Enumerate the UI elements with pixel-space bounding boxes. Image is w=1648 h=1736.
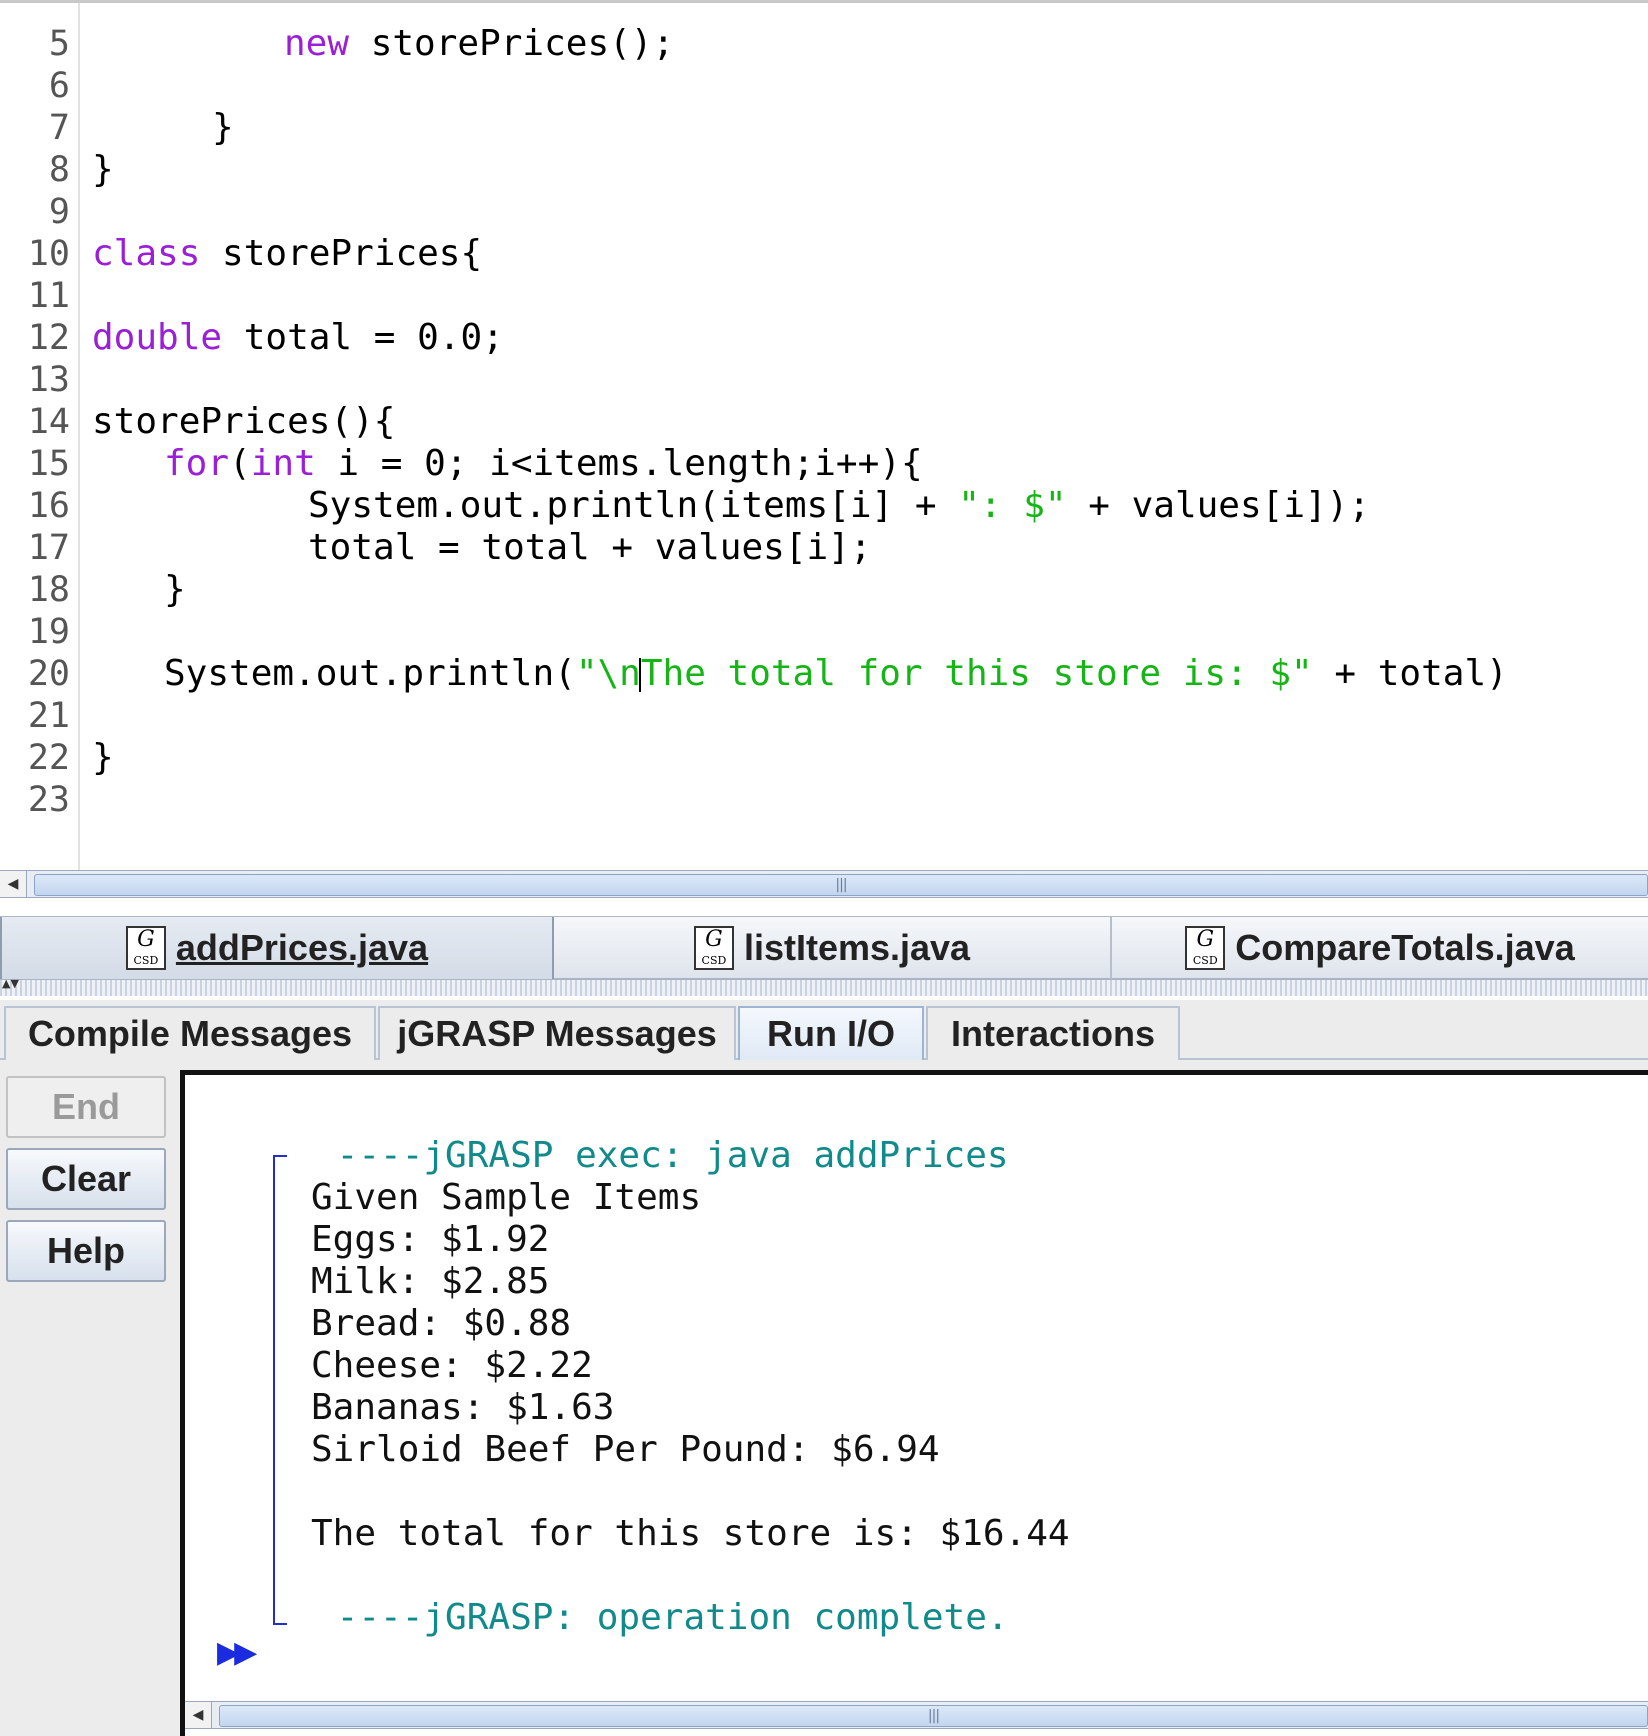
scroll-left-arrow-icon[interactable]: ◀ xyxy=(0,871,27,897)
gcsd-file-icon: G CSD xyxy=(125,926,166,970)
code-line: System.out.println("\nThe total for this… xyxy=(164,653,1508,695)
keyword: int xyxy=(250,443,316,484)
gcsd-file-icon: G CSD xyxy=(693,926,734,970)
code-text: + values[i]); xyxy=(1066,485,1371,526)
line-number: 16 xyxy=(27,486,70,526)
output-line: Bananas: $1.63 xyxy=(311,1387,615,1428)
output-line: Given Sample Items xyxy=(311,1177,702,1218)
grip-icon: ||| xyxy=(927,1708,940,1724)
line-number-gutter: 5 6 7 8 9 10 11 12 13 14 15 16 17 18 19 … xyxy=(0,3,80,873)
code-text: storePrices(); xyxy=(349,23,675,64)
line-number: 5 xyxy=(48,24,70,64)
code-line: } xyxy=(212,107,234,148)
scroll-left-arrow-icon[interactable]: ◀ xyxy=(185,1702,212,1728)
code-line: total = total + values[i]; xyxy=(308,527,872,568)
run-io-panel: End Clear Help ----jGRASP exec: java add… xyxy=(0,1060,1648,1736)
line-number: 10 xyxy=(27,234,70,274)
line-number: 19 xyxy=(27,612,70,652)
message-tab-bar: Compile Messages jGRASP Messages Run I/O… xyxy=(0,1000,1648,1060)
string-literal: ": $" xyxy=(958,485,1067,526)
run-io-console[interactable]: ----jGRASP exec: java addPrices Given Sa… xyxy=(180,1070,1648,1736)
line-number: 20 xyxy=(27,654,70,694)
file-tab-label: listItems.java xyxy=(743,927,971,968)
line-number: 11 xyxy=(27,276,70,316)
file-tab-bar: G CSD addPrices.java G CSD listItems.java … xyxy=(0,916,1648,980)
output-line: The total for this store is: $16.44 xyxy=(311,1513,1070,1554)
tab-interactions[interactable]: Interactions xyxy=(926,1006,1180,1060)
collapse-arrows-icon[interactable]: ▲▼ xyxy=(2,978,19,989)
tab-jgrasp-messages[interactable]: jGRASP Messages xyxy=(378,1006,736,1060)
tab-run-io[interactable]: Run I/O xyxy=(738,1006,924,1060)
line-number: 13 xyxy=(27,360,70,400)
code-line: System.out.println(items[i] + ": $" + va… xyxy=(308,485,1370,527)
string-literal: The total for this store is: $" xyxy=(640,653,1313,694)
line-number: 14 xyxy=(27,402,70,442)
code-line: new storePrices(); xyxy=(284,23,674,65)
exec-message: ----jGRASP exec: java addPrices xyxy=(315,1135,1009,1176)
code-line: for(int i = 0; i<items.length;i++){ xyxy=(164,443,923,485)
gcsd-file-icon: G CSD xyxy=(1185,926,1226,970)
file-tab-listitems[interactable]: G CSD listItems.java xyxy=(554,917,1112,979)
help-button[interactable]: Help xyxy=(6,1220,166,1282)
run-output-bracket xyxy=(273,1155,287,1625)
line-number: 7 xyxy=(48,108,70,148)
end-button[interactable]: End xyxy=(6,1076,166,1138)
code-text: storePrices{ xyxy=(200,233,483,274)
output-line: Sirloid Beef Per Pound: $6.94 xyxy=(311,1429,940,1470)
console-horizontal-scrollbar[interactable]: ◀ ||| xyxy=(185,1701,1648,1729)
code-text: System.out.println( xyxy=(164,653,576,694)
line-number: 8 xyxy=(48,150,70,190)
line-number: 21 xyxy=(27,696,70,736)
line-number: 23 xyxy=(27,780,70,820)
string-literal: "\n xyxy=(575,653,641,694)
line-number: 17 xyxy=(27,528,70,568)
file-tab-label: addPrices.java xyxy=(175,927,429,968)
keyword: new xyxy=(284,23,350,64)
input-prompt-icon: ▶▶ xyxy=(217,1635,257,1670)
code-line: double total = 0.0; xyxy=(92,317,504,359)
line-number: 9 xyxy=(48,192,70,232)
code-line: storePrices(){ xyxy=(92,401,396,442)
code-line: class storePrices{ xyxy=(92,233,482,275)
editor-horizontal-scrollbar[interactable]: ◀ ||| xyxy=(0,870,1648,898)
file-tab-addprices[interactable]: G CSD addPrices.java xyxy=(0,917,554,979)
scrollbar-thumb[interactable]: ||| xyxy=(34,874,1648,896)
keyword: double xyxy=(92,317,223,358)
complete-message: ----jGRASP: operation complete. xyxy=(315,1597,1009,1638)
line-number: 15 xyxy=(27,444,70,484)
line-number: 6 xyxy=(48,66,70,106)
line-number: 18 xyxy=(27,570,70,610)
scrollbar-thumb[interactable]: ||| xyxy=(219,1705,1648,1727)
split-pane-divider[interactable]: ▲▼ xyxy=(0,978,1648,996)
code-line: } xyxy=(92,737,114,778)
output-line: Bread: $0.88 xyxy=(311,1303,572,1344)
code-line: } xyxy=(92,149,114,190)
clear-button[interactable]: Clear xyxy=(6,1148,166,1210)
code-text: System.out.println(items[i] + xyxy=(308,485,959,526)
output-line: Cheese: $2.22 xyxy=(311,1345,593,1386)
file-tab-label: CompareTotals.java xyxy=(1235,927,1575,968)
keyword: class xyxy=(92,233,201,274)
line-number: 12 xyxy=(27,318,70,358)
file-tab-comparetotals[interactable]: G CSD CompareTotals.java xyxy=(1112,917,1648,979)
code-text: + total) xyxy=(1312,653,1508,694)
code-text: ( xyxy=(229,443,251,484)
tab-compile-messages[interactable]: Compile Messages xyxy=(4,1006,376,1060)
code-line: } xyxy=(164,569,186,610)
line-number: 22 xyxy=(27,738,70,778)
code-editor[interactable]: 5 6 7 8 9 10 11 12 13 14 15 16 17 18 19 … xyxy=(0,0,1648,873)
code-text: total = 0.0; xyxy=(222,317,504,358)
code-text: i = 0; i<items.length;i++){ xyxy=(315,443,923,484)
output-line: Eggs: $1.92 xyxy=(311,1219,550,1260)
keyword: for xyxy=(164,443,230,484)
grip-icon: ||| xyxy=(835,877,847,893)
output-line: Milk: $2.85 xyxy=(311,1261,550,1302)
